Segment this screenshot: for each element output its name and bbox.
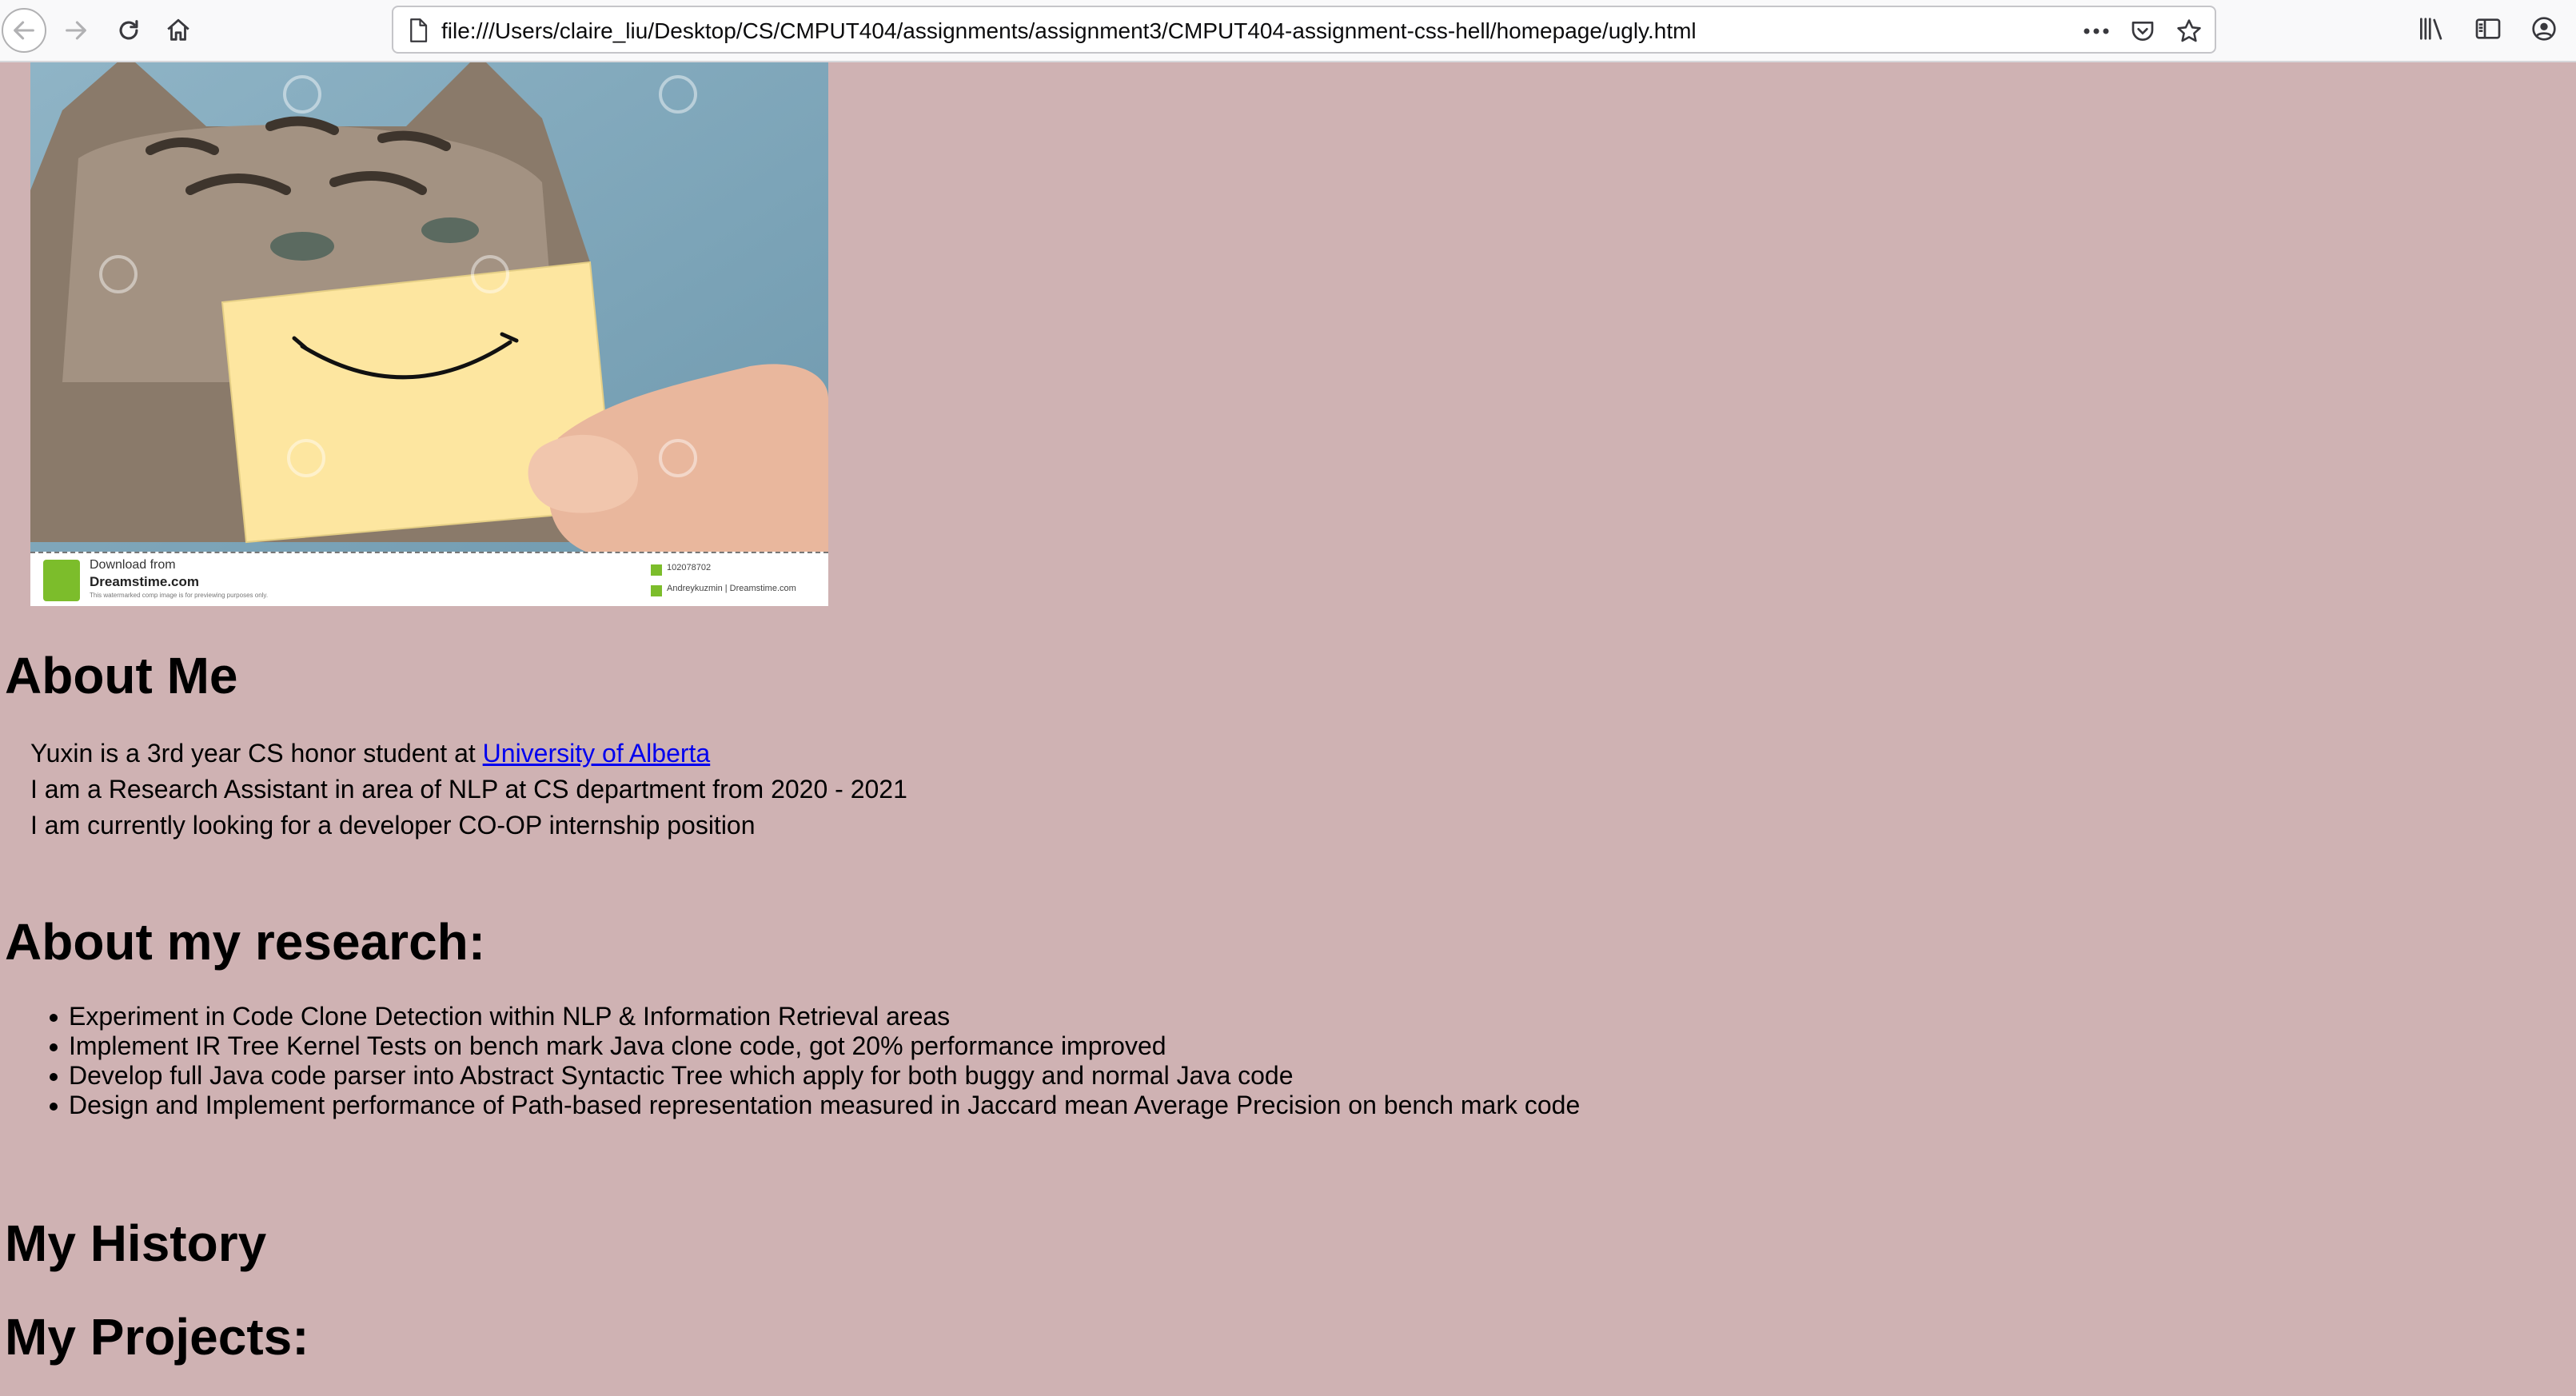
more-dots-icon[interactable] <box>2080 15 2112 47</box>
forward-button[interactable] <box>56 10 96 50</box>
url-actions <box>2080 14 2205 49</box>
credit-badge-icon <box>651 585 662 596</box>
id-badge-icon <box>651 564 662 576</box>
bookmark-star-icon[interactable] <box>2173 15 2205 47</box>
research-list: Experiment in Code Clone Detection withi… <box>49 1002 1581 1120</box>
watermark-line3: This watermarked comp image is for previ… <box>90 592 269 599</box>
url-text[interactable]: file:///Users/claire_liu/Desktop/CS/CMPU… <box>441 18 1697 45</box>
library-icon[interactable] <box>2416 13 2448 45</box>
list-item: Implement IR Tree Kernel Tests on bench … <box>49 1031 1580 1061</box>
cat-image: Download from Dreamstime.com This waterm… <box>30 62 828 606</box>
watermark-line2: Dreamstime.com <box>90 574 200 589</box>
university-link[interactable]: University of Alberta <box>483 739 711 768</box>
about-line-1-text: Yuxin is a 3rd year CS honor student at <box>30 739 483 768</box>
reload-icon <box>115 17 142 44</box>
reload-button[interactable] <box>109 10 149 50</box>
about-line-2: I am a Research Assistant in area of NLP… <box>30 775 907 804</box>
back-arrow-icon <box>10 17 38 44</box>
list-item: Experiment in Code Clone Detection withi… <box>49 1002 1580 1031</box>
research-heading: About my research: <box>5 913 486 971</box>
toolbar-right-tools <box>2416 13 2560 45</box>
about-me-heading: About Me <box>5 647 238 704</box>
dreamstime-logo-icon <box>43 560 80 601</box>
list-item: Design and Implement performance of Path… <box>49 1091 1581 1119</box>
cat-illustration <box>30 62 828 553</box>
about-me-text: Yuxin is a 3rd year CS honor student at … <box>30 736 907 844</box>
browser-toolbar: file:///Users/claire_liu/Desktop/CS/CMPU… <box>0 0 2576 62</box>
about-line-1: Yuxin is a 3rd year CS honor student at … <box>30 736 907 772</box>
account-icon[interactable] <box>2528 13 2560 45</box>
sidebar-icon[interactable] <box>2472 13 2504 45</box>
image-id: 102078702 <box>667 563 712 572</box>
about-line-3: I am currently looking for a developer C… <box>30 811 756 840</box>
forward-arrow-icon <box>62 17 90 44</box>
page-icon <box>405 17 432 44</box>
image-credit: Andreykuzmin | Dreamstime.com <box>667 584 796 593</box>
url-bar[interactable]: file:///Users/claire_liu/Desktop/CS/CMPU… <box>392 6 2216 54</box>
back-button[interactable] <box>2 8 46 53</box>
list-item: Develop full Java code parser into Abstr… <box>49 1061 1580 1091</box>
projects-heading: My Projects: <box>5 1308 309 1366</box>
watermark-line1: Download from <box>90 558 176 572</box>
home-icon <box>165 17 192 44</box>
home-button[interactable] <box>158 10 198 50</box>
history-heading: My History <box>5 1215 267 1272</box>
watermark-footer: Download from Dreamstime.com This waterm… <box>30 552 828 606</box>
pocket-icon[interactable] <box>2127 15 2159 47</box>
